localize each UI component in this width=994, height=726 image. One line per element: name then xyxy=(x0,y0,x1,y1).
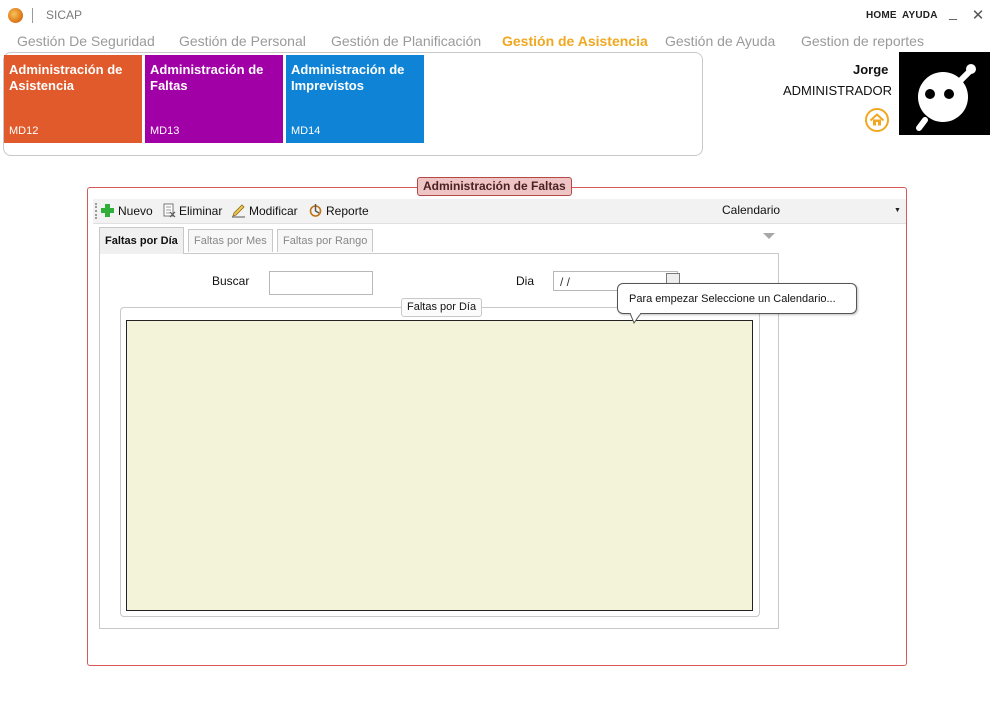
tile-administracion-imprevistos[interactable]: Administración de Imprevistos MD14 xyxy=(286,55,424,143)
menu-gestion-personal[interactable]: Gestión de Personal xyxy=(179,33,306,49)
menu-gestion-seguridad[interactable]: Gestión De Seguridad xyxy=(17,33,155,49)
menu-gestion-asistencia[interactable]: Gestión de Asistencia xyxy=(502,33,648,49)
reporte-button[interactable]: Reporte xyxy=(308,203,369,218)
avatar-icon xyxy=(916,64,976,131)
help-link[interactable]: AYUDA xyxy=(902,10,938,21)
tile-title: Administración de Imprevistos xyxy=(291,62,405,93)
menu-gestion-reportes[interactable]: Gestion de reportes xyxy=(801,33,924,49)
tile-title: Administración de Faltas xyxy=(150,62,264,93)
user-name: Jorge xyxy=(853,62,889,77)
tab-faltas-por-dia[interactable]: Faltas por Día xyxy=(99,227,184,254)
delete-document-icon xyxy=(161,203,176,218)
tile-code: MD12 xyxy=(9,125,39,137)
reporte-label: Reporte xyxy=(326,203,369,218)
group-title: Administración de Faltas xyxy=(417,177,572,196)
title-separator xyxy=(32,8,33,23)
minimize-button[interactable]: _ xyxy=(944,4,962,24)
tab-faltas-por-rango[interactable]: Faltas por Rango xyxy=(277,229,374,252)
tooltip: Para empezar Seleccione un Calendario... xyxy=(617,283,857,314)
plus-icon xyxy=(100,203,115,218)
nuevo-label: Nuevo xyxy=(118,203,153,218)
tab-faltas-por-mes[interactable]: Faltas por Mes xyxy=(188,229,273,252)
modificar-button[interactable]: Modificar xyxy=(231,203,298,218)
tooltip-pointer xyxy=(629,312,642,325)
home-icon[interactable] xyxy=(865,108,889,132)
tile-code: MD14 xyxy=(291,125,321,137)
menu-gestion-ayuda[interactable]: Gestión de Ayuda xyxy=(665,33,775,49)
tile-administracion-asistencia[interactable]: Administración de Asistencia MD12 xyxy=(4,55,142,143)
toolbar-grip[interactable] xyxy=(95,203,99,219)
inner-group-title: Faltas por Día xyxy=(401,298,483,317)
eliminar-label: Eliminar xyxy=(179,203,223,218)
buscar-label: Buscar xyxy=(212,274,250,288)
user-role: ADMINISTRADOR xyxy=(783,83,893,98)
calendar-dropdown[interactable]: Calendario xyxy=(722,203,904,219)
tile-administracion-faltas[interactable]: Administración de Faltas MD13 xyxy=(145,55,283,143)
chevron-down-icon[interactable]: ▼ xyxy=(894,207,901,214)
buscar-input[interactable] xyxy=(269,271,373,295)
close-button[interactable]: ✕ xyxy=(969,6,987,26)
app-logo-icon xyxy=(8,8,23,23)
tile-code: MD13 xyxy=(150,125,180,137)
dia-label: Dia xyxy=(516,274,535,288)
avatar xyxy=(899,52,990,135)
modificar-label: Modificar xyxy=(249,203,298,218)
menu-gestion-planificacion[interactable]: Gestión de Planificación xyxy=(331,33,481,49)
pencil-icon xyxy=(231,203,246,218)
nuevo-button[interactable]: Nuevo xyxy=(100,203,153,218)
app-title: SICAP xyxy=(46,8,83,22)
faltas-grid[interactable] xyxy=(126,320,753,611)
tile-title: Administración de Asistencia xyxy=(9,62,123,93)
eliminar-button[interactable]: Eliminar xyxy=(161,203,222,218)
tab-overflow-chevron-icon[interactable] xyxy=(763,233,775,239)
home-link[interactable]: HOME xyxy=(866,10,897,21)
report-icon xyxy=(308,203,323,218)
